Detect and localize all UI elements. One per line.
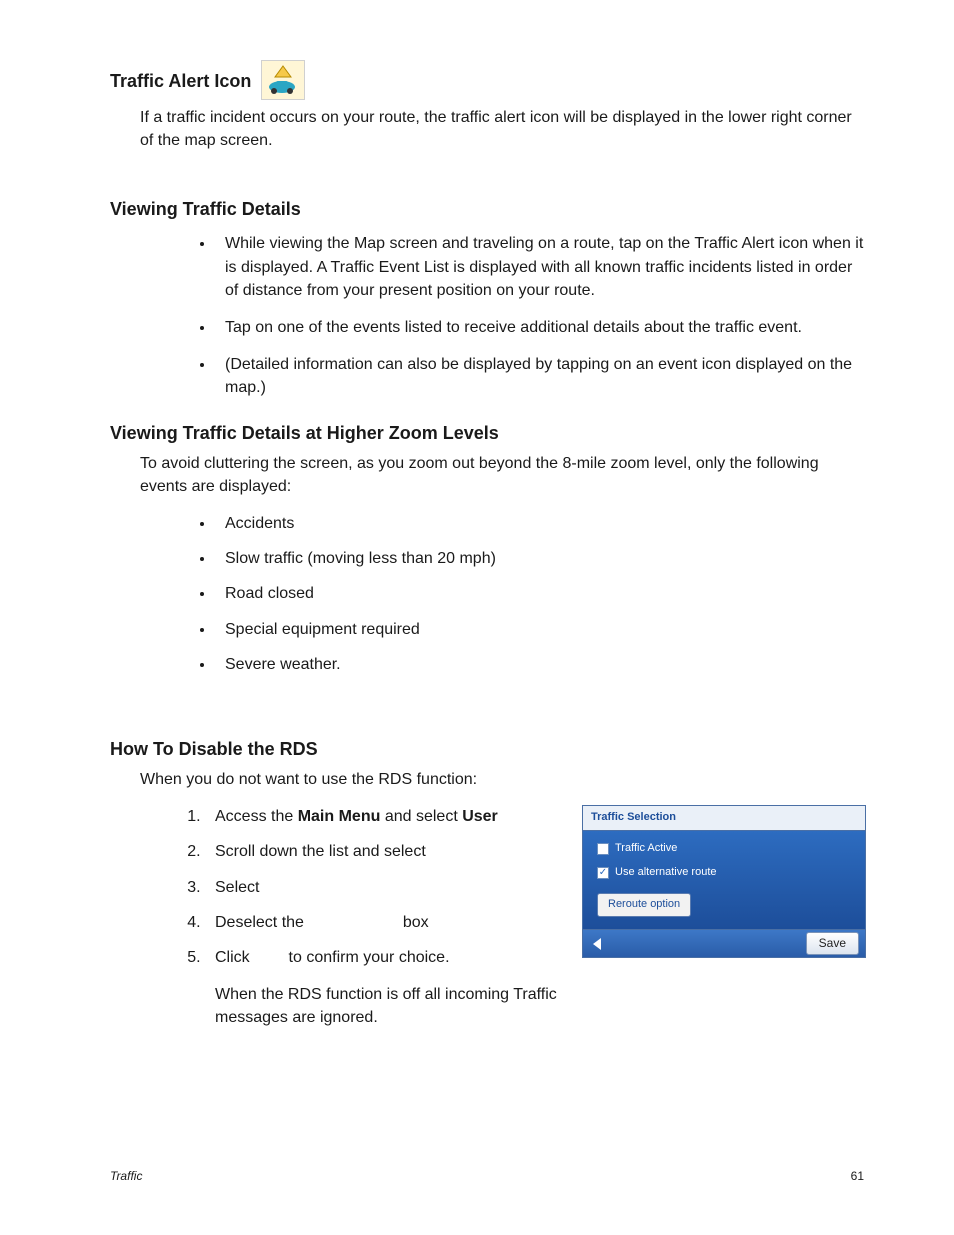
step-note: When the RDS function is off all incomin… bbox=[215, 983, 565, 1029]
reroute-option-button[interactable]: Reroute option bbox=[597, 893, 691, 917]
step-bold: User bbox=[462, 808, 498, 825]
heading-how-to-disable-rds: How To Disable the RDS bbox=[110, 736, 864, 762]
traffic-alert-icon bbox=[261, 60, 305, 100]
checkbox-checked-icon: ✓ bbox=[597, 867, 609, 879]
save-button[interactable]: Save bbox=[806, 932, 859, 955]
heading-traffic-alert-icon: Traffic Alert Icon bbox=[110, 68, 251, 94]
heading-viewing-traffic-details: Viewing Traffic Details bbox=[110, 196, 864, 222]
step-text: to confirm your choice. bbox=[284, 949, 449, 966]
para-rds-intro: When you do not want to use the RDS func… bbox=[140, 768, 864, 791]
bullet-item: While viewing the Map screen and traveli… bbox=[215, 232, 864, 302]
traffic-selection-panel: Traffic Selection Traffic Active ✓ Use a… bbox=[582, 805, 866, 958]
step-text: Click bbox=[215, 949, 254, 966]
bullet-item: Accidents bbox=[215, 512, 864, 535]
bullet-item: Tap on one of the events listed to recei… bbox=[215, 316, 864, 339]
checkbox-unchecked-icon bbox=[597, 843, 609, 855]
bullet-item: Special equipment required bbox=[215, 618, 864, 641]
footer-section: Traffic bbox=[110, 1168, 142, 1185]
para-zoom-intro: To avoid cluttering the screen, as you z… bbox=[140, 452, 864, 498]
panel-title: Traffic Selection bbox=[583, 806, 865, 831]
bullet-item: Severe weather. bbox=[215, 653, 864, 676]
step-text: Access the bbox=[215, 808, 298, 825]
bullet-item: (Detailed information can also be displa… bbox=[215, 353, 864, 399]
page-number: 61 bbox=[851, 1168, 864, 1185]
bullet-item: Slow traffic (moving less than 20 mph) bbox=[215, 547, 864, 570]
checkbox-row-alt-route[interactable]: ✓ Use alternative route bbox=[597, 865, 851, 881]
step-text: Deselect the bbox=[215, 914, 308, 931]
checkbox-row-traffic-active[interactable]: Traffic Active bbox=[597, 841, 851, 857]
bullet-item: Road closed bbox=[215, 582, 864, 605]
checkbox-label: Traffic Active bbox=[615, 841, 677, 857]
step-bold: Main Menu bbox=[298, 808, 381, 825]
back-arrow-button[interactable] bbox=[589, 935, 607, 953]
step-text: and select bbox=[380, 808, 462, 825]
heading-viewing-traffic-higher-zoom: Viewing Traffic Details at Higher Zoom L… bbox=[110, 420, 864, 446]
step-item: Click to confirm your choice. When the R… bbox=[205, 946, 864, 1030]
checkbox-label: Use alternative route bbox=[615, 865, 717, 881]
step-text: box bbox=[398, 914, 428, 931]
para-traffic-alert: If a traffic incident occurs on your rou… bbox=[140, 106, 864, 152]
